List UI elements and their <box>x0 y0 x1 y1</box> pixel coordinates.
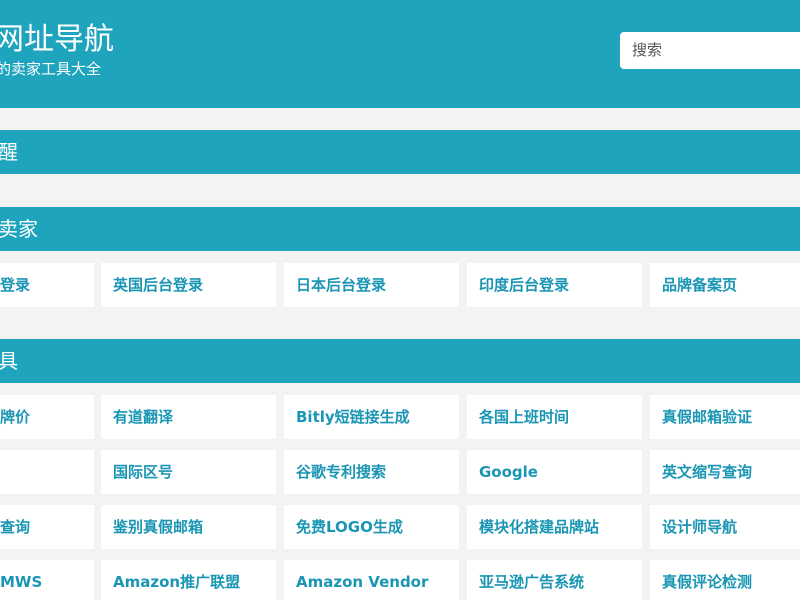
search-input[interactable] <box>620 32 800 69</box>
link-card[interactable]: 真假评论检测 <box>650 560 800 600</box>
link-card[interactable]: 查询 <box>0 505 94 549</box>
link-label: 查询 <box>0 518 31 536</box>
header-bar: 网址导航 的卖家工具大全 <box>0 0 800 108</box>
link-label: 各国上班时间 <box>479 408 570 426</box>
link-card[interactable]: 品牌备案页 <box>650 263 800 307</box>
link-card[interactable]: 国际区号 <box>101 450 276 494</box>
link-label: 登录 <box>0 276 31 294</box>
link-card[interactable]: 模块化搭建品牌站 <box>467 505 642 549</box>
link-label: 真假评论检测 <box>662 573 753 591</box>
site-title[interactable]: 网址导航 <box>0 20 114 60</box>
link-card[interactable]: Google <box>467 450 642 494</box>
section-header-seller: 卖家 <box>0 207 800 251</box>
link-label: Google <box>479 463 538 481</box>
link-card[interactable]: 设计师导航 <box>650 505 800 549</box>
link-card[interactable]: Amazon推广联盟 <box>101 560 276 600</box>
link-label: Bitly短链接生成 <box>296 408 410 426</box>
link-card[interactable]: 登录 <box>0 263 94 307</box>
link-label: 品牌备案页 <box>662 276 738 294</box>
link-label: 谷歌专利搜索 <box>296 463 387 481</box>
section-title: 卖家 <box>0 217 38 241</box>
link-label: 亚马逊广告系统 <box>479 573 585 591</box>
link-label: 牌价 <box>0 408 31 426</box>
site-subtitle: 的卖家工具大全 <box>0 60 102 78</box>
link-card[interactable]: 有道翻译 <box>101 395 276 439</box>
link-card[interactable]: 免费LOGO生成 <box>284 505 459 549</box>
link-label: Amazon推广联盟 <box>113 573 241 591</box>
link-card[interactable]: Bitly短链接生成 <box>284 395 459 439</box>
link-label: 鉴别真假邮箱 <box>113 518 204 536</box>
link-label: 模块化搭建品牌站 <box>479 518 600 536</box>
link-label: 英国后台登录 <box>113 276 204 294</box>
link-card[interactable]: 印度后台登录 <box>467 263 642 307</box>
link-card[interactable]: 真假邮箱验证 <box>650 395 800 439</box>
link-card[interactable]: 各国上班时间 <box>467 395 642 439</box>
link-label: Amazon Vendor <box>296 573 429 591</box>
link-label: 有道翻译 <box>113 408 174 426</box>
link-card[interactable] <box>0 450 94 494</box>
link-card[interactable]: 牌价 <box>0 395 94 439</box>
link-label: 英文缩写查询 <box>662 463 753 481</box>
section-title: 醒 <box>0 140 18 164</box>
link-label: 日本后台登录 <box>296 276 387 294</box>
link-card[interactable]: 亚马逊广告系统 <box>467 560 642 600</box>
link-label: 真假邮箱验证 <box>662 408 753 426</box>
link-card[interactable]: 日本后台登录 <box>284 263 459 307</box>
link-card[interactable]: Amazon Vendor <box>284 560 459 600</box>
link-label: MWS <box>0 573 43 591</box>
section-header-tools: 具 <box>0 339 800 383</box>
section-title: 具 <box>0 349 18 373</box>
link-card[interactable]: 英国后台登录 <box>101 263 276 307</box>
link-label: 国际区号 <box>113 463 174 481</box>
link-label: 印度后台登录 <box>479 276 570 294</box>
link-card[interactable]: 谷歌专利搜索 <box>284 450 459 494</box>
link-card[interactable]: 鉴别真假邮箱 <box>101 505 276 549</box>
section-header-reminder: 醒 <box>0 130 800 174</box>
link-card[interactable]: 英文缩写查询 <box>650 450 800 494</box>
link-label: 设计师导航 <box>662 518 738 536</box>
link-card[interactable]: MWS <box>0 560 94 600</box>
page: 网址导航 的卖家工具大全 醒 卖家 登录 英国后台登录 日本后台登录 印度后台登… <box>0 0 800 600</box>
link-label: 免费LOGO生成 <box>296 518 403 536</box>
